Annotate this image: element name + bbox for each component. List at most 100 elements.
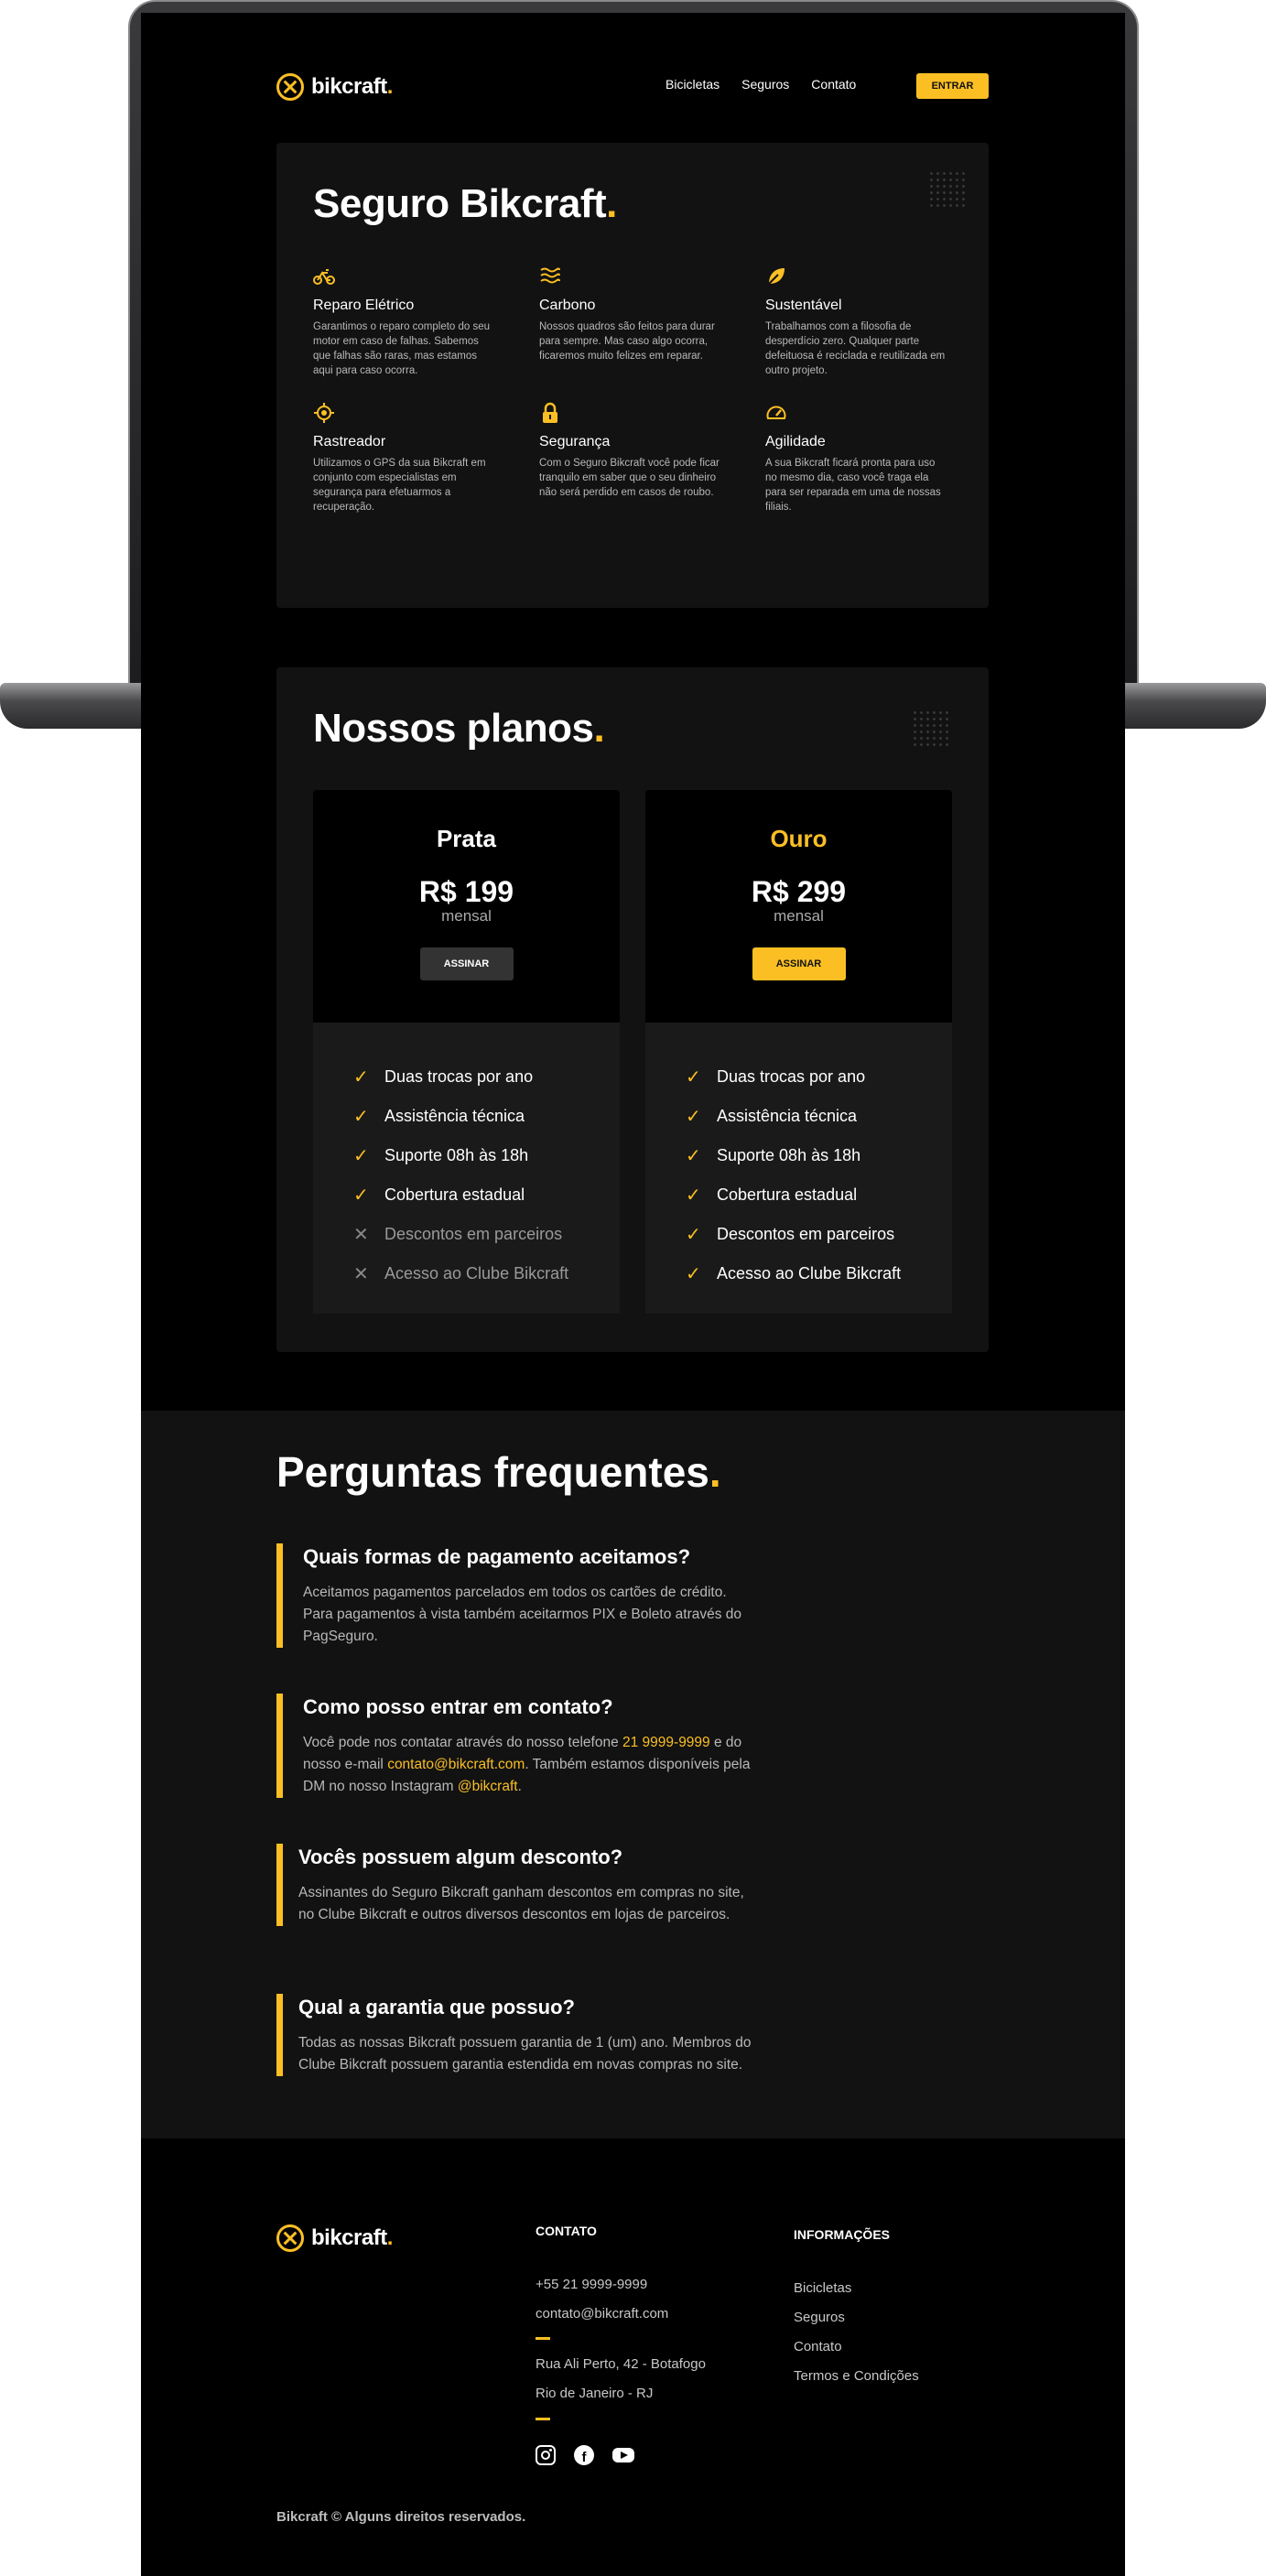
faq-question: Qual a garantia que possuo? [298,1996,575,2019]
plan-feature-label: Descontos em parceiros [717,1225,895,1243]
footer-divider [536,2418,550,2420]
faq-title: Perguntas frequentes. [276,1448,721,1496]
faq-section: Perguntas frequentes. Quais formas de pa… [141,1411,1125,2138]
check-icon: ✓ [353,1146,369,1166]
site-footer: bikcraft. CONTATO +55 21 9999-9999 conta… [141,2138,1125,2576]
planos-title: Nossos planos. [313,706,605,751]
faq-answer: Aceitamos pagamentos parcelados em todos… [303,1585,742,1644]
bikcraft-logo-icon [276,2224,304,2252]
plan-feature-item: ✕ Acesso ao Clube Bikcraft [353,1254,620,1293]
waves-icon [540,267,560,284]
plan-feature-item: ✓ Assistência técnica [353,1097,620,1136]
faq-answer: Você pode nos contatar através do nosso … [303,1735,751,1794]
assinar-ouro-button[interactable]: ASSINAR [752,947,846,980]
feature-title: Agilidade [765,434,826,449]
features-grid: Reparo Elétrico Garantimos o reparo comp… [313,265,954,514]
check-icon: ✓ [353,1185,369,1206]
faq-question: Vocês possuem algum desconto? [298,1845,623,1868]
plan-feature-item: ✓ Assistência técnica [686,1097,952,1136]
copyright: Bikcraft © Alguns direitos reservados. [276,2509,526,2525]
plan-feature-item: ✓ Duas trocas por ano [686,1057,952,1097]
feature-desc: Garantimos o reparo completo do seu moto… [313,321,491,376]
faq-question: Como posso entrar em contato? [303,1695,613,1718]
feature-rastreador: Rastreador Utilizamos o GPS da sua Bikcr… [313,402,539,514]
plan-period: mensal [774,907,824,925]
plan-ouro: Ouro R$ 299 mensal ASSINAR ✓ Duas trocas … [645,790,952,1314]
plan-header: Prata R$ 199 mensal ASSINAR [313,790,620,1023]
check-icon: ✓ [686,1225,701,1245]
check-icon: ✓ [686,1185,701,1206]
dots-pattern [928,170,968,211]
feature-desc: Utilizamos o GPS da sua Bikcraft em conj… [313,458,486,513]
leaf-icon [768,268,784,285]
footer-link-seguros[interactable]: Seguros [794,2310,845,2325]
footer-link-bicicletas[interactable]: Bicicletas [794,2280,851,2296]
plan-name: Prata [436,825,497,852]
logo-text: bikcraft. [311,74,393,99]
youtube-icon[interactable] [612,2448,634,2462]
facebook-icon[interactable]: f [574,2445,594,2465]
footer-logo[interactable]: bikcraft. [276,2224,393,2252]
entrar-button[interactable]: ENTRAR [916,73,989,99]
x-icon: ✕ [353,1225,369,1245]
lock-icon [543,402,557,423]
plan-feature-label: Assistência técnica [384,1107,525,1125]
faq-question: Quais formas de pagamento aceitamos? [303,1545,691,1568]
plan-feature-label: Duas trocas por ano [384,1067,534,1086]
plan-period: mensal [441,907,492,925]
phone-link[interactable]: 21 9999-9999 [622,1735,710,1750]
plan-feature-label: Acesso ao Clube Bikcraft [384,1264,569,1283]
plan-feature-label: Duas trocas por ano [717,1067,866,1086]
check-icon: ✓ [686,1146,701,1166]
nav-bicicletas[interactable]: Bicicletas [665,77,720,92]
footer-phone[interactable]: +55 21 9999-9999 [536,2277,647,2292]
plan-feature-item: ✕ Descontos em parceiros [353,1215,620,1254]
faq-item: Quais formas de pagamento aceitamos? Ace… [276,1543,752,1648]
feature-carbono: Carbono Nossos quadros são feitos para d… [539,265,765,378]
logo[interactable]: bikcraft. [276,73,393,101]
plan-feature-item: ✓ Cobertura estadual [353,1175,620,1215]
plan-feature-label: Acesso ao Clube Bikcraft [717,1264,902,1283]
email-link[interactable]: contato@bikcraft.com [387,1757,525,1772]
feature-sustentavel: Sustentável Trabalhamos com a filosofia … [765,265,954,378]
gauge-icon [766,406,786,419]
nav-seguros[interactable]: Seguros [741,77,789,92]
bike-icon [313,269,335,285]
footer-email[interactable]: contato@bikcraft.com [536,2306,668,2322]
planos-panel: Nossos planos. Prata R$ 199 mensal ASSIN… [276,667,989,1352]
seguro-panel: Seguro Bikcraft. Reparo Elétrico Garanti… [276,143,989,608]
check-icon: ✓ [686,1067,701,1088]
nav-contato[interactable]: Contato [811,77,856,92]
instagram-icon[interactable] [536,2445,556,2465]
plan-feature-label: Descontos em parceiros [384,1225,563,1243]
plan-feature-label: Suporte 08h às 18h [384,1146,529,1164]
bikcraft-logo-icon [276,73,304,101]
feature-title: Segurança [539,434,611,449]
dots-pattern [912,709,952,750]
instagram-link[interactable]: @bikcraft [458,1779,518,1794]
faq-item: Vocês possuem algum desconto? Assinantes… [276,1844,752,1926]
plans-row: Prata R$ 199 mensal ASSINAR ✓ Duas trocas… [313,790,952,1314]
check-icon: ✓ [353,1067,369,1088]
assinar-prata-button[interactable]: ASSINAR [419,947,514,980]
plan-feature-label: Suporte 08h às 18h [717,1146,861,1164]
feature-desc: Com o Seguro Bikcraft você pode ficar tr… [539,458,720,498]
feature-desc: Trabalhamos com a filosofia de desperdíc… [765,321,946,376]
feature-agilidade: Agilidade A sua Bikcraft ficará pronta p… [765,402,954,514]
feature-seguranca: Segurança Com o Seguro Bikcraft você pod… [539,402,765,514]
check-icon: ✓ [686,1107,701,1127]
contato-heading: CONTATO [536,2224,597,2238]
footer-link-termos[interactable]: Termos e Condições [794,2368,919,2384]
feature-title: Sustentável [765,298,842,313]
footer-divider [536,2337,550,2340]
plan-feature-item: ✓ Duas trocas por ano [353,1057,620,1097]
faq-answer: Assinantes do Seguro Bikcraft ganham des… [298,1885,744,1922]
footer-link-contato[interactable]: Contato [794,2339,842,2354]
x-icon: ✕ [353,1264,369,1284]
website: bikcraft. Bicicletas Seguros Contato ENT… [141,13,1125,2576]
plan-features-list: ✓ Duas trocas por ano ✓ Assistência técnica… [645,1023,952,1314]
plan-features-list: ✓ Duas trocas por ano ✓ Assistência técnica… [313,1023,620,1314]
seguro-title: Seguro Bikcraft. [313,181,617,226]
plan-header: Ouro R$ 299 mensal ASSINAR [645,790,952,1023]
target-icon [314,403,334,423]
